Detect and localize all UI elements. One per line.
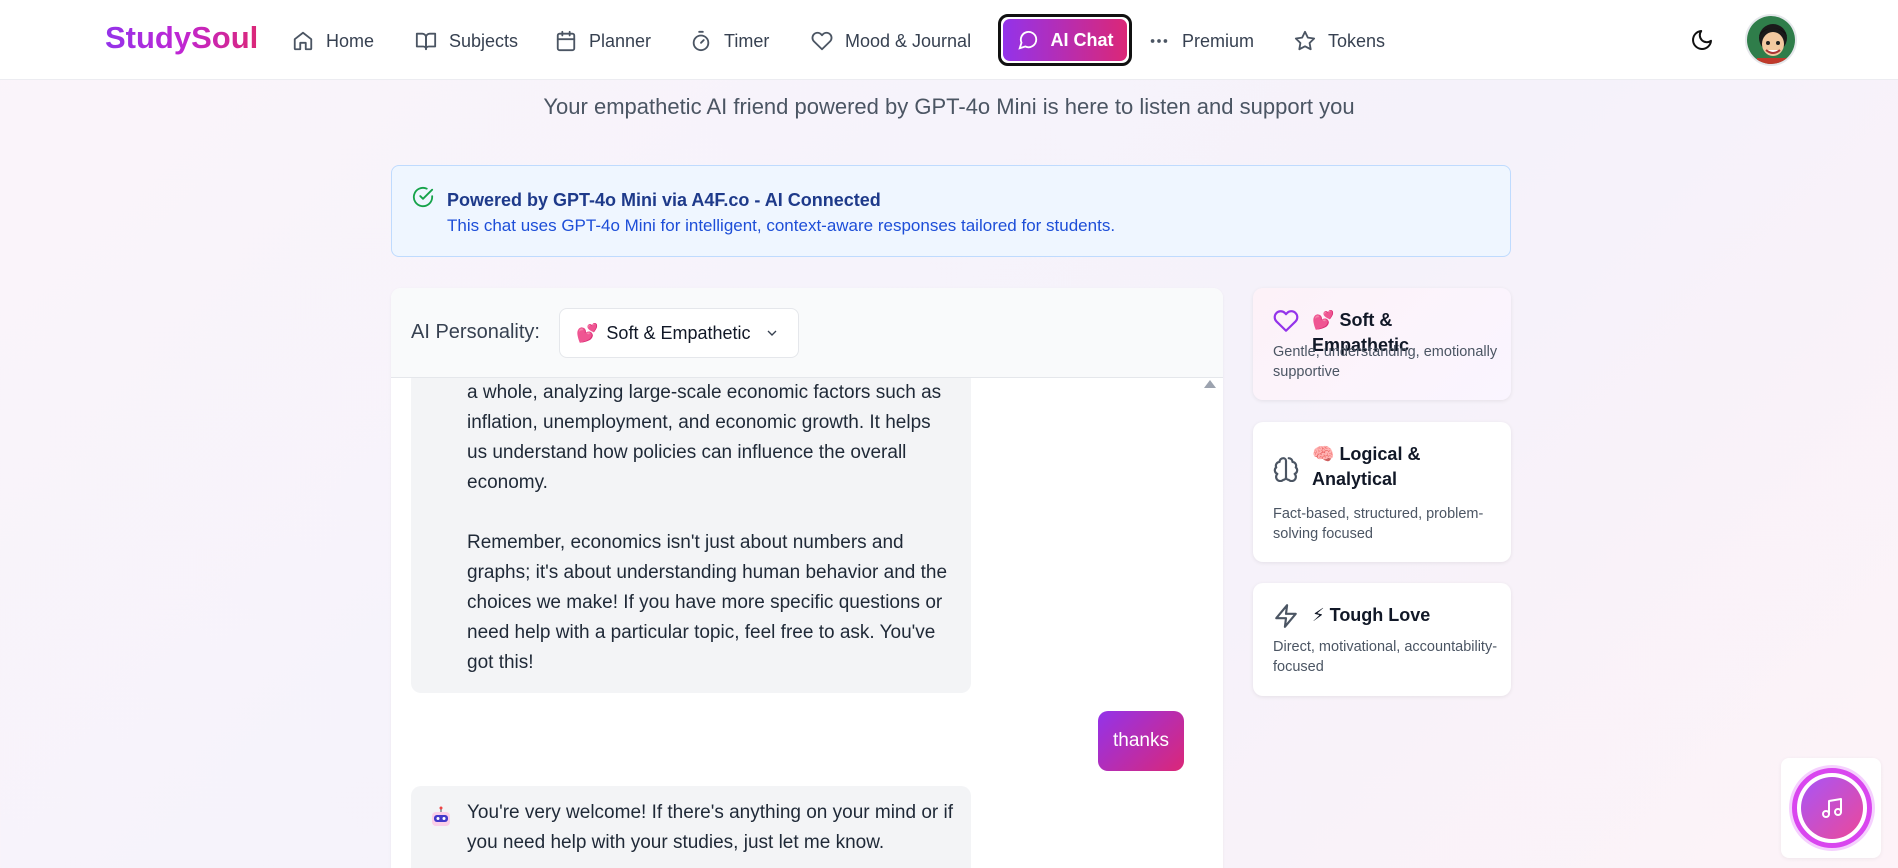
personality-card-desc: Direct, motivational, accountability-foc…: [1273, 639, 1498, 675]
personality-card-desc: Gentle, understanding, emotionally suppo…: [1273, 344, 1498, 380]
banner-icon-wrap: [412, 186, 434, 208]
music-player-button[interactable]: [1792, 768, 1872, 848]
user-avatar-icon: [1747, 16, 1795, 64]
personality-card-title: ⚡ Tough Love: [1312, 603, 1492, 628]
robot-icon: [432, 806, 450, 826]
personality-card-emoji: ⚡: [1312, 605, 1325, 626]
chevron-down-icon-wrap: [764, 325, 780, 341]
nav-planner-label: Planner: [589, 30, 652, 51]
chat-panel: AI Personality: 💕 Soft & Empathetic a wh…: [391, 288, 1223, 868]
chevron-down-icon: [767, 330, 777, 336]
user-avatar[interactable]: [1745, 14, 1797, 66]
theme-toggle-button[interactable]: [1690, 28, 1714, 52]
top-navbar: StudySoul Home Subjects Planner Timer Mo…: [0, 0, 1898, 80]
assistant-message: a whole, analyzing large-scale economic …: [411, 378, 971, 693]
timer-icon: [692, 30, 710, 52]
nav-tokens-label: Tokens: [1328, 30, 1386, 51]
pc-icon-wrap: [1273, 603, 1299, 629]
more-horizontal-icon: [1150, 39, 1168, 43]
nav-ai-chat-label: AI Chat: [1050, 29, 1114, 50]
personality-card-title-text: Tough Love: [1329, 605, 1431, 625]
nav-subjects[interactable]: Subjects: [415, 22, 518, 60]
personality-select[interactable]: 💕 Soft & Empathetic: [559, 308, 799, 358]
personality-card-logical-analytical[interactable]: 🧠 Logical & Analytical Fact-based, struc…: [1253, 422, 1511, 562]
banner-title: Powered by GPT-4o Mini via A4F.co - AI C…: [447, 190, 881, 210]
pc-icon-wrap: [1273, 308, 1299, 334]
personality-card-tough-love[interactable]: ⚡ Tough Love Direct, motivational, accou…: [1253, 583, 1511, 696]
user-message-text: thanks: [1113, 730, 1169, 751]
messages-list[interactable]: a whole, analyzing large-scale economic …: [391, 378, 1223, 868]
nav-subjects-label: Subjects: [449, 30, 519, 51]
personality-card-soft-empathetic[interactable]: 💕 Soft & Empathetic Gentle, understandin…: [1253, 288, 1511, 400]
nav-mood-journal[interactable]: Mood & Journal: [811, 22, 971, 60]
app-logo[interactable]: StudySoul: [105, 20, 258, 56]
chat-header: AI Personality: 💕 Soft & Empathetic: [391, 288, 1223, 378]
nav-home-label: Home: [326, 30, 375, 51]
nav-mood-journal-label: Mood & Journal: [845, 30, 972, 51]
nav-ai-chat[interactable]: AI Chat: [998, 14, 1132, 66]
selected-personality-label: Soft & Empathetic: [606, 322, 751, 343]
personality-card-title: 🧠 Logical & Analytical: [1312, 442, 1492, 492]
brain-icon: [1273, 457, 1299, 483]
calendar-icon: [556, 30, 576, 52]
user-message: thanks: [1098, 711, 1184, 771]
personality-card-emoji: 🧠: [1312, 444, 1335, 465]
pc-icon-wrap: [1273, 456, 1299, 483]
ai-status-banner: Powered by GPT-4o Mini via A4F.co - AI C…: [391, 165, 1511, 257]
scroll-up-arrow[interactable]: [1204, 380, 1216, 388]
moon-icon: [1692, 30, 1712, 50]
personality-card-emoji: 💕: [1312, 310, 1335, 331]
page-subtitle: Your empathetic AI friend powered by GPT…: [543, 94, 1355, 119]
message-paragraph: You're very welcome! If there's anything…: [467, 802, 954, 853]
nav-home[interactable]: Home: [292, 22, 374, 60]
personality-label: AI Personality:: [411, 321, 540, 343]
nav-tokens[interactable]: Tokens: [1294, 22, 1385, 60]
message-circle-icon: [1017, 30, 1037, 50]
personality-card-desc: Fact-based, structured, problem-solving …: [1273, 506, 1484, 542]
heart-icon: [811, 31, 833, 51]
nav-timer[interactable]: Timer: [690, 22, 769, 60]
nav-timer-label: Timer: [724, 30, 770, 51]
heart-icon: [1273, 310, 1299, 332]
nav-premium[interactable]: Premium: [1148, 22, 1254, 60]
bot-avatar: [429, 806, 453, 830]
selected-personality-emoji: 💕: [576, 322, 599, 344]
nav-planner[interactable]: Planner: [555, 22, 651, 60]
zap-icon: [1275, 604, 1297, 628]
assistant-message: You're very welcome! If there's anything…: [411, 786, 971, 868]
banner-text: This chat uses GPT-4o Mini for intellige…: [447, 216, 1116, 235]
music-note-icon: [1822, 798, 1842, 818]
check-circle-icon: [412, 186, 434, 208]
message-paragraph: a whole, analyzing large-scale economic …: [467, 382, 942, 493]
nav-premium-label: Premium: [1182, 30, 1255, 51]
star-icon: [1294, 30, 1316, 51]
home-icon: [293, 31, 313, 51]
message-paragraph: Remember, economics isn't just about num…: [467, 532, 948, 673]
book-open-icon: [415, 32, 437, 51]
